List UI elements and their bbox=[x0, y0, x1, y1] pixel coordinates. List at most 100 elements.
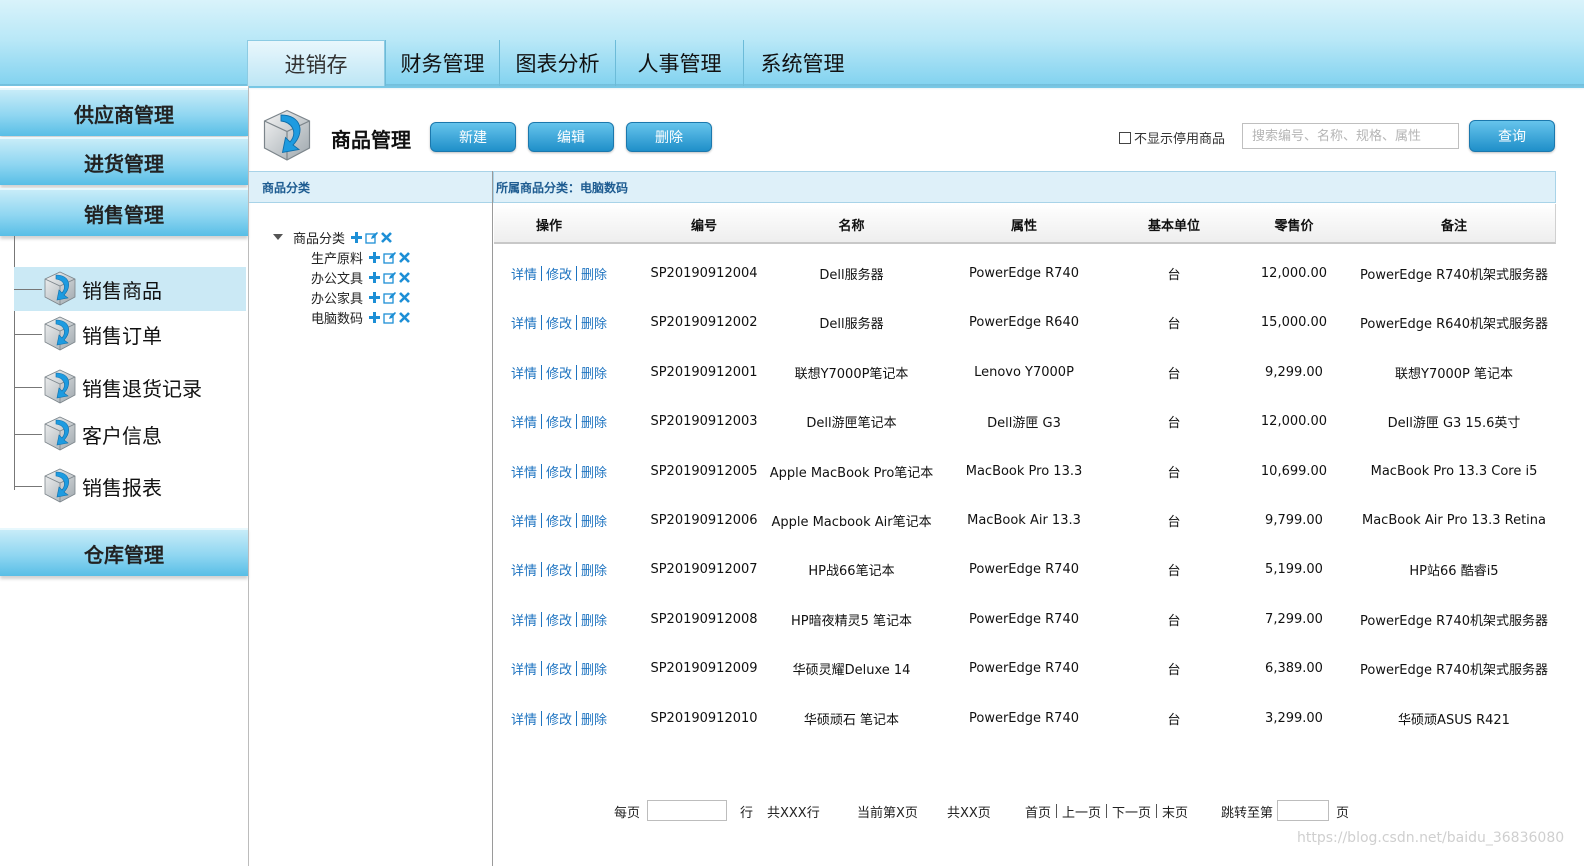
tree-node-office-furniture[interactable]: 办公家具 bbox=[311, 288, 413, 307]
delete-button[interactable]: 删除 bbox=[626, 122, 712, 152]
row-actions: 详情 修改 删除 bbox=[511, 298, 607, 347]
cell-price: 9,799.00 bbox=[1265, 513, 1323, 528]
separator bbox=[541, 513, 543, 528]
sidebar-item-sales-report[interactable]: 销售报表 bbox=[14, 464, 246, 508]
add-icon[interactable] bbox=[368, 291, 381, 304]
separator bbox=[576, 710, 578, 726]
sidebar-section-supplier[interactable]: 供应商管理 bbox=[0, 88, 248, 136]
sidebar-item-sales-returns[interactable]: 销售退货记录 bbox=[14, 365, 246, 409]
delete-link[interactable]: 删除 bbox=[581, 560, 607, 579]
per-page-input[interactable] bbox=[647, 800, 727, 821]
add-icon[interactable] bbox=[368, 271, 381, 284]
next-page-link[interactable]: 下一页 bbox=[1112, 802, 1151, 821]
edit-icon[interactable] bbox=[383, 291, 397, 304]
delete-link[interactable]: 删除 bbox=[581, 511, 607, 530]
table-row: 详情 修改 删除 SP20190912009 华硕灵耀Deluxe 14 PowerEdg… bbox=[494, 644, 1556, 693]
sidebar-section-sales[interactable]: 销售管理 bbox=[0, 188, 248, 236]
detail-link[interactable]: 详情 bbox=[511, 709, 537, 728]
tab-hr[interactable]: 人事管理 bbox=[615, 40, 743, 86]
prev-page-link[interactable]: 上一页 bbox=[1062, 802, 1101, 821]
add-icon[interactable] bbox=[368, 251, 381, 264]
delete-icon[interactable] bbox=[380, 231, 393, 244]
sidebar-item-label: 客户信息 bbox=[82, 423, 162, 448]
sidebar-section-warehouse[interactable]: 仓库管理 bbox=[0, 528, 248, 576]
tree-node-raw-materials[interactable]: 生产原料 bbox=[311, 248, 413, 267]
detail-link[interactable]: 详情 bbox=[511, 462, 537, 481]
delete-link[interactable]: 删除 bbox=[581, 412, 607, 431]
modify-link[interactable]: 修改 bbox=[546, 659, 572, 678]
cell-price: 9,299.00 bbox=[1265, 364, 1323, 380]
query-button[interactable]: 查询 bbox=[1469, 120, 1555, 152]
table-row: 详情 修改 删除 SP20190912001 联想Y7000P笔记本 Lenovo Y70… bbox=[494, 348, 1556, 397]
modify-link[interactable]: 修改 bbox=[546, 264, 572, 283]
tree-node-office-supplies[interactable]: 办公文具 bbox=[311, 268, 413, 287]
delete-link[interactable]: 删除 bbox=[581, 462, 607, 481]
sidebar-item-sales-products[interactable]: 销售商品 bbox=[14, 267, 246, 311]
delete-link[interactable]: 删除 bbox=[581, 709, 607, 728]
delete-icon[interactable] bbox=[398, 311, 411, 324]
edit-icon[interactable] bbox=[383, 251, 397, 264]
tab-charts[interactable]: 图表分析 bbox=[499, 40, 615, 86]
modify-link[interactable]: 修改 bbox=[546, 412, 572, 431]
delete-icon[interactable] bbox=[398, 291, 411, 304]
separator bbox=[576, 661, 578, 677]
cell-attr: PowerEdge R740 bbox=[969, 562, 1079, 578]
tab-inventory[interactable]: 进销存 bbox=[247, 40, 385, 86]
detail-link[interactable]: 详情 bbox=[511, 511, 537, 530]
column-header-code: 编号 bbox=[690, 218, 717, 234]
cell-code: SP20190912006 bbox=[650, 513, 758, 528]
sidebar-item-sales-orders[interactable]: 销售订单 bbox=[14, 312, 246, 356]
jump-page-input[interactable] bbox=[1277, 800, 1329, 821]
first-page-link[interactable]: 首页 bbox=[1025, 802, 1051, 821]
delete-icon[interactable] bbox=[398, 251, 411, 264]
cell-attr: MacBook Air 13.3 bbox=[967, 513, 1081, 528]
search-input[interactable] bbox=[1242, 123, 1459, 149]
sidebar-section-purchase[interactable]: 进货管理 bbox=[0, 137, 248, 185]
tree-connector bbox=[14, 485, 42, 487]
table-row: 详情 修改 删除 SP20190912004 Dell服务器 PowerEdge R740… bbox=[494, 249, 1556, 298]
detail-link[interactable]: 详情 bbox=[511, 264, 537, 283]
add-icon[interactable] bbox=[350, 231, 363, 244]
category-panel-header: 商品分类 bbox=[249, 171, 492, 203]
cube-arrow-icon bbox=[42, 269, 78, 309]
tree-node-root[interactable]: 商品分类 bbox=[273, 228, 395, 247]
sidebar-item-customers[interactable]: 客户信息 bbox=[14, 412, 246, 456]
detail-link[interactable]: 详情 bbox=[511, 363, 537, 382]
page-unit-label: 页 bbox=[1336, 805, 1350, 821]
modify-link[interactable]: 修改 bbox=[546, 462, 572, 481]
delete-link[interactable]: 删除 bbox=[581, 610, 607, 629]
modify-link[interactable]: 修改 bbox=[546, 560, 572, 579]
delete-link[interactable]: 删除 bbox=[581, 264, 607, 283]
modify-link[interactable]: 修改 bbox=[546, 313, 572, 332]
detail-link[interactable]: 详情 bbox=[511, 610, 537, 629]
edit-icon[interactable] bbox=[365, 231, 379, 244]
detail-link[interactable]: 详情 bbox=[511, 412, 537, 431]
modify-link[interactable]: 修改 bbox=[546, 610, 572, 629]
delete-link[interactable]: 删除 bbox=[581, 659, 607, 678]
detail-link[interactable]: 详情 bbox=[511, 560, 537, 579]
modify-link[interactable]: 修改 bbox=[546, 511, 572, 530]
delete-link[interactable]: 删除 bbox=[581, 313, 607, 332]
detail-link[interactable]: 详情 bbox=[511, 313, 537, 332]
total-rows-label: 共XXX行 bbox=[767, 805, 820, 821]
add-icon[interactable] bbox=[368, 311, 381, 324]
tab-system[interactable]: 系统管理 bbox=[743, 40, 861, 86]
modify-link[interactable]: 修改 bbox=[546, 709, 572, 728]
new-button[interactable]: 新建 bbox=[430, 122, 516, 152]
modify-link[interactable]: 修改 bbox=[546, 363, 572, 382]
expand-arrow-icon[interactable] bbox=[273, 234, 283, 240]
last-page-link[interactable]: 末页 bbox=[1162, 802, 1188, 821]
table-row: 详情 修改 删除 SP20190912008 HP暗夜精灵5 笔记本 PowerEdge … bbox=[494, 595, 1556, 644]
edit-icon[interactable] bbox=[383, 271, 397, 284]
hide-disabled-checkbox[interactable] bbox=[1119, 131, 1131, 144]
edit-icon[interactable] bbox=[383, 311, 397, 324]
delete-icon[interactable] bbox=[398, 271, 411, 284]
detail-link[interactable]: 详情 bbox=[511, 659, 537, 678]
tree-node-computers[interactable]: 电脑数码 bbox=[311, 308, 413, 327]
edit-button[interactable]: 编辑 bbox=[528, 122, 614, 152]
tab-finance[interactable]: 财务管理 bbox=[385, 40, 499, 86]
separator bbox=[576, 513, 578, 528]
cube-arrow-icon bbox=[42, 314, 78, 354]
delete-link[interactable]: 删除 bbox=[581, 363, 607, 382]
cell-code: SP20190912003 bbox=[650, 414, 758, 430]
